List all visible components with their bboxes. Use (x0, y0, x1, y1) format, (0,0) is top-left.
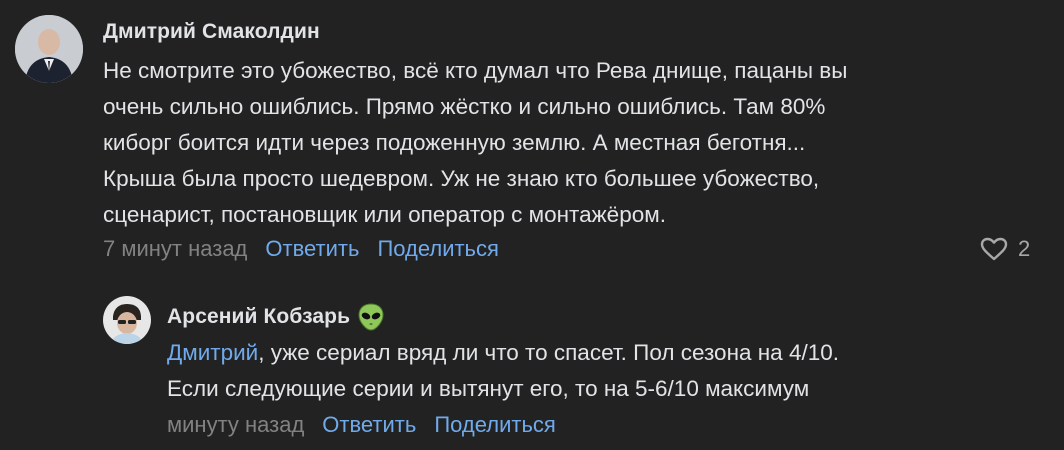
reply-text-segment: , уже сериал вряд ли что то спасет. Пол … (258, 340, 839, 365)
reply-author[interactable]: Арсений Кобзарь (167, 302, 384, 332)
reply-button[interactable]: Ответить (265, 236, 359, 262)
like-count: 2 (1018, 236, 1031, 261)
comment-text-line: сценарист, постановщик или оператор с мо… (103, 202, 666, 227)
comment-text-line: Крыша была просто шедевром. Уж не знаю к… (103, 166, 820, 191)
comment-author[interactable]: Дмитрий Смаколдин (103, 20, 320, 44)
alien-emoji-icon (358, 302, 384, 332)
comment-text-line: киборг боится идти через подоженную земл… (103, 130, 806, 155)
reply-meta: минуту назад Ответить Поделиться (167, 412, 556, 438)
reply-text: Дмитрий, уже сериал вряд ли что то спасе… (167, 335, 839, 407)
reply-text-line: Дмитрий, уже сериал вряд ли что то спасе… (167, 335, 839, 371)
like-button[interactable]: 2 (980, 236, 1030, 262)
comment-meta: 7 минут назад Ответить Поделиться (103, 236, 499, 262)
reply-text-line: Если следующие серии и вытянут его, то н… (167, 376, 810, 401)
reply-timestamp[interactable]: минуту назад (167, 412, 304, 438)
reply-author-name: Арсений Кобзарь (167, 305, 351, 328)
reply-avatar[interactable] (103, 296, 151, 344)
comment-text-line: Не смотрите это убожество, всё кто думал… (103, 58, 848, 83)
heart-outline-icon (980, 237, 1008, 261)
comment-text: Не смотрите это убожество, всё кто думал… (103, 53, 847, 233)
reply-reply-button[interactable]: Ответить (322, 412, 416, 438)
reply-avatar-image (103, 296, 151, 344)
avatar[interactable] (15, 15, 83, 83)
mention-link[interactable]: Дмитрий (167, 340, 258, 365)
comment-timestamp[interactable]: 7 минут назад (103, 236, 247, 262)
reply-share-button[interactable]: Поделиться (434, 412, 555, 438)
comment-text-line: очень сильно ошиблись. Прямо жёстко и си… (103, 94, 826, 119)
share-button[interactable]: Поделиться (377, 236, 498, 262)
avatar-image (15, 15, 83, 83)
